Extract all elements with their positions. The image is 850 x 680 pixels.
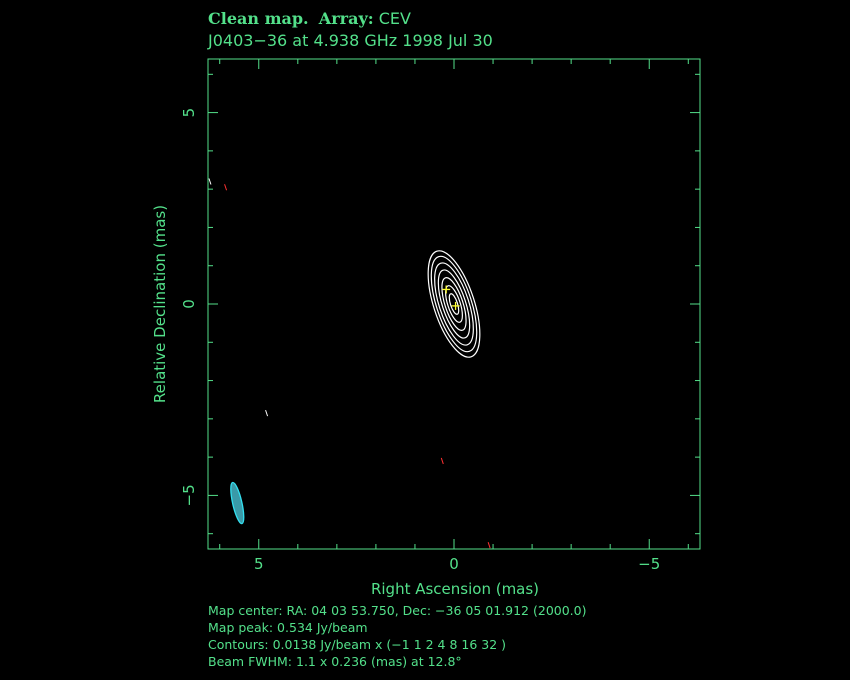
map-peak-text: Map peak: 0.534 Jy/beam [208,620,368,635]
restoring-beam [230,481,245,525]
y-tick-label: 5 [180,108,198,118]
axis-ticks [208,59,700,549]
noise-contour [440,457,444,465]
contours-text: Contours: 0.0138 Jy/beam x (−1 1 2 4 8 1… [208,637,507,652]
noise-contour [487,542,491,549]
beam-fwhm-text: Beam FWHM: 1.1 x 0.236 (mas) at 12.8° [208,654,462,669]
noise-contour [265,409,269,417]
contour-level [430,255,478,353]
noise-contour [224,184,228,191]
map-center-text: Map center: RA: 04 03 53.750, Dec: −36 0… [208,603,587,618]
contour-group [427,250,481,358]
negative-contour-group [208,178,491,549]
tick-labels: 5 0 −5 5 0 −5 [180,108,660,573]
y-axis-label: Relative Declination (mas) [151,205,169,403]
y-tick-label: −5 [180,484,198,506]
contour-level [434,262,474,346]
x-tick-label: −5 [638,555,660,573]
noise-contour [208,178,212,185]
plot-frame [207,58,701,550]
contour-level [427,250,481,358]
contour-level [448,293,460,315]
x-tick-label: 5 [254,555,264,573]
y-tick-label: 0 [180,299,198,309]
clean-map-plot: 5 0 −5 5 0 −5 Right Ascension (mas) Relative … [151,58,701,598]
x-tick-label: 0 [449,555,459,573]
beam-group [230,481,245,525]
x-axis-label: Right Ascension (mas) [371,580,539,598]
